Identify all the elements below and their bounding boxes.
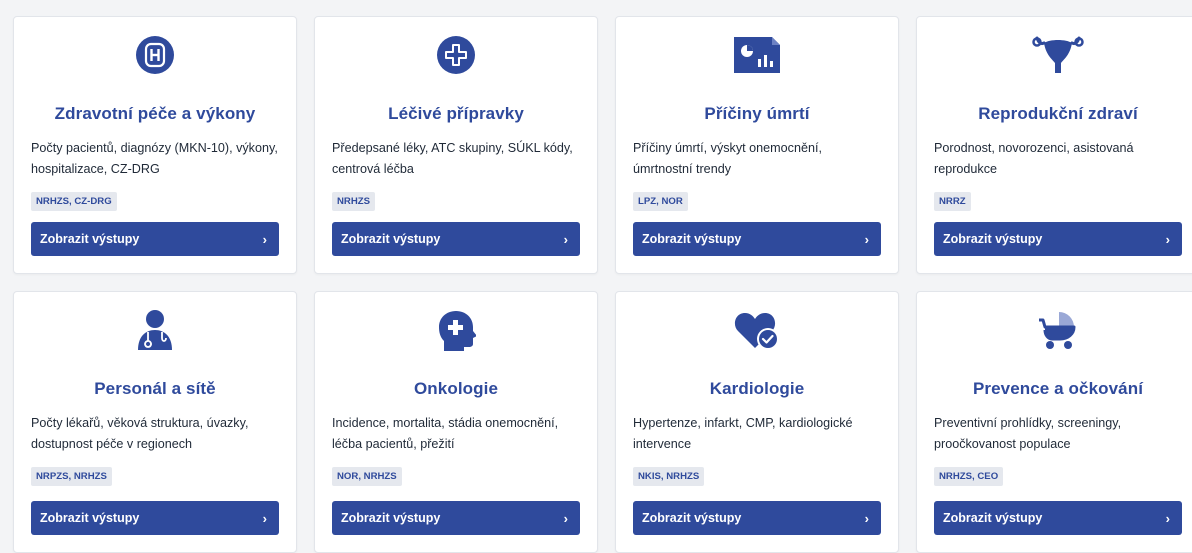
- source-badge: NRRZ: [934, 192, 971, 211]
- card-title: Onkologie: [413, 379, 499, 398]
- button-label: Zobrazit výstupy: [642, 511, 742, 525]
- uterus-icon: [934, 33, 1182, 77]
- chevron-right-icon: ›: [864, 510, 869, 526]
- doctor-icon: [31, 308, 279, 352]
- category-card: Reprodukční zdraví Porodnost, novorozenc…: [916, 16, 1192, 274]
- card-title: Reprodukční zdraví: [978, 104, 1138, 123]
- baby-carriage-icon: [934, 308, 1182, 352]
- chevron-right-icon: ›: [262, 231, 267, 247]
- show-outputs-button[interactable]: Zobrazit výstupy ›: [332, 222, 580, 256]
- category-grid: Zdravotní péče a výkony Počty pacientů, …: [0, 0, 1192, 553]
- category-card: Zdravotní péče a výkony Počty pacientů, …: [13, 16, 297, 274]
- hospital-icon: [31, 33, 279, 77]
- card-title: Kardiologie: [709, 379, 805, 398]
- plus-circle-icon: [332, 33, 580, 77]
- source-badge: LPZ, NOR: [633, 192, 688, 211]
- card-description: Porodnost, novorozenci, asistovaná repro…: [934, 141, 1134, 176]
- card-title: Léčivé přípravky: [388, 104, 524, 123]
- head-plus-icon: [332, 308, 580, 352]
- show-outputs-button[interactable]: Zobrazit výstupy ›: [31, 501, 279, 535]
- category-card: Prevence a očkování Preventivní prohlídk…: [916, 291, 1192, 553]
- card-description: Preventivní prohlídky, screeningy, prooč…: [934, 416, 1122, 451]
- card-title: Personál a sítě: [94, 379, 216, 398]
- category-card: Příčiny úmrtí Příčiny úmrtí, výskyt onem…: [615, 16, 899, 274]
- source-badge: NRPZS, NRHZS: [31, 467, 112, 486]
- show-outputs-button[interactable]: Zobrazit výstupy ›: [934, 222, 1182, 256]
- chevron-right-icon: ›: [1165, 510, 1170, 526]
- source-badge: NRHZS, CZ-DRG: [31, 192, 117, 211]
- card-title: Zdravotní péče a výkony: [54, 104, 256, 123]
- button-label: Zobrazit výstupy: [40, 511, 140, 525]
- category-card: Personál a sítě Počty lékařů, věková str…: [13, 291, 297, 553]
- chevron-right-icon: ›: [563, 231, 568, 247]
- button-label: Zobrazit výstupy: [40, 232, 140, 246]
- category-card: Léčivé přípravky Předepsané léky, ATC sk…: [314, 16, 598, 274]
- chevron-right-icon: ›: [262, 510, 267, 526]
- card-title: Prevence a očkování: [972, 379, 1144, 398]
- button-label: Zobrazit výstupy: [341, 232, 441, 246]
- show-outputs-button[interactable]: Zobrazit výstupy ›: [31, 222, 279, 256]
- heart-check-icon: [633, 308, 881, 352]
- button-label: Zobrazit výstupy: [642, 232, 742, 246]
- button-label: Zobrazit výstupy: [341, 511, 441, 525]
- card-description: Předepsané léky, ATC skupiny, SÚKL kódy,…: [332, 141, 573, 176]
- chevron-right-icon: ›: [563, 510, 568, 526]
- chevron-right-icon: ›: [864, 231, 869, 247]
- source-badge: NKIS, NRHZS: [633, 467, 705, 486]
- chevron-right-icon: ›: [1165, 231, 1170, 247]
- button-label: Zobrazit výstupy: [943, 511, 1043, 525]
- show-outputs-button[interactable]: Zobrazit výstupy ›: [332, 501, 580, 535]
- button-label: Zobrazit výstupy: [943, 232, 1043, 246]
- card-description: Počty lékařů, věková struktura, úvazky, …: [31, 416, 249, 451]
- card-description: Hypertenze, infarkt, CMP, kardiologické …: [633, 416, 853, 451]
- show-outputs-button[interactable]: Zobrazit výstupy ›: [633, 222, 881, 256]
- category-card: Onkologie Incidence, mortalita, stádia o…: [314, 291, 598, 553]
- card-title: Příčiny úmrtí: [704, 104, 810, 123]
- source-badge: NOR, NRHZS: [332, 467, 402, 486]
- source-badge: NRHZS: [332, 192, 376, 211]
- show-outputs-button[interactable]: Zobrazit výstupy ›: [934, 501, 1182, 535]
- card-description: Příčiny úmrtí, výskyt onemocnění, úmrtno…: [633, 141, 822, 176]
- category-card: Kardiologie Hypertenze, infarkt, CMP, ka…: [615, 291, 899, 553]
- card-description: Počty pacientů, diagnózy (MKN-10), výkon…: [31, 141, 278, 176]
- source-badge: NRHZS, CEO: [934, 467, 1004, 486]
- show-outputs-button[interactable]: Zobrazit výstupy ›: [633, 501, 881, 535]
- file-chart-icon: [633, 33, 881, 77]
- card-description: Incidence, mortalita, stádia onemocnění,…: [332, 416, 559, 451]
